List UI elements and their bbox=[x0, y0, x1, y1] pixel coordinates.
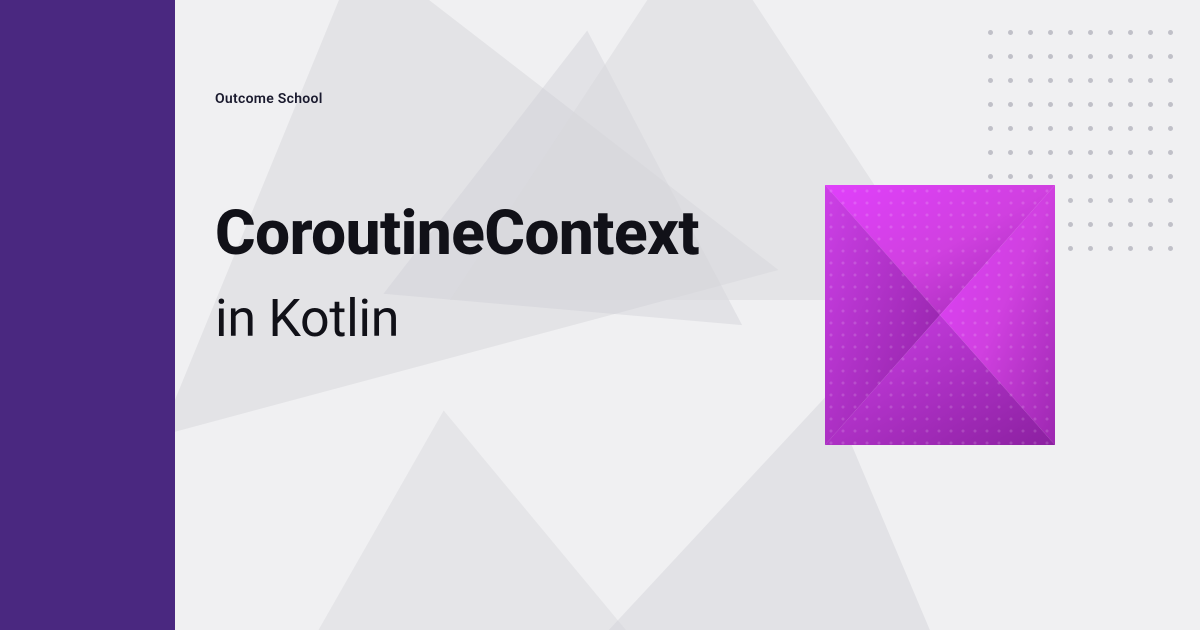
dot bbox=[1088, 174, 1093, 179]
dot bbox=[1068, 102, 1073, 107]
dot bbox=[1168, 222, 1173, 227]
dot bbox=[1088, 102, 1093, 107]
dot bbox=[1068, 222, 1073, 227]
dot bbox=[1168, 246, 1173, 251]
dot bbox=[1148, 222, 1153, 227]
dot bbox=[1068, 198, 1073, 203]
dot bbox=[1148, 174, 1153, 179]
brand-name: Outcome School bbox=[215, 91, 323, 107]
dot bbox=[1128, 150, 1133, 155]
dot bbox=[1108, 198, 1113, 203]
dot bbox=[1168, 30, 1173, 35]
dot bbox=[1008, 30, 1013, 35]
kotlin-logo bbox=[825, 185, 1055, 445]
dot bbox=[988, 30, 993, 35]
dot bbox=[1048, 150, 1053, 155]
dot bbox=[1088, 78, 1093, 83]
dot bbox=[988, 78, 993, 83]
dot bbox=[1028, 30, 1033, 35]
dot bbox=[1048, 174, 1053, 179]
dot bbox=[1148, 246, 1153, 251]
dot bbox=[1008, 174, 1013, 179]
dot bbox=[1148, 102, 1153, 107]
dot bbox=[1168, 126, 1173, 131]
dot bbox=[1108, 102, 1113, 107]
dot bbox=[1088, 246, 1093, 251]
dot bbox=[1148, 54, 1153, 59]
dot bbox=[1168, 54, 1173, 59]
dot bbox=[1028, 78, 1033, 83]
dot bbox=[1088, 30, 1093, 35]
dot bbox=[1068, 30, 1073, 35]
dot bbox=[1128, 198, 1133, 203]
dot bbox=[1148, 30, 1153, 35]
dot bbox=[1048, 126, 1053, 131]
dot bbox=[988, 126, 993, 131]
dot bbox=[1068, 54, 1073, 59]
dot bbox=[988, 102, 993, 107]
dot bbox=[1068, 150, 1073, 155]
dot bbox=[1028, 150, 1033, 155]
dot bbox=[988, 54, 993, 59]
dot bbox=[1168, 78, 1173, 83]
dot bbox=[1108, 126, 1113, 131]
dot bbox=[988, 174, 993, 179]
triangle-small-bottom bbox=[264, 395, 645, 630]
dot bbox=[1128, 54, 1133, 59]
dot bbox=[1128, 174, 1133, 179]
dot bbox=[1148, 150, 1153, 155]
dot bbox=[1008, 54, 1013, 59]
dot bbox=[988, 150, 993, 155]
dot bbox=[1028, 102, 1033, 107]
dot bbox=[1108, 30, 1113, 35]
dot bbox=[1048, 78, 1053, 83]
dot bbox=[1168, 174, 1173, 179]
dot bbox=[1128, 102, 1133, 107]
dot bbox=[1148, 78, 1153, 83]
dot bbox=[1028, 54, 1033, 59]
dot bbox=[1048, 54, 1053, 59]
dot bbox=[1128, 222, 1133, 227]
sidebar bbox=[0, 0, 175, 630]
dot bbox=[1028, 126, 1033, 131]
dot bbox=[1008, 102, 1013, 107]
title-area: CoroutineContext in Kotlin bbox=[215, 200, 699, 351]
dot bbox=[1148, 126, 1153, 131]
dot bbox=[1088, 198, 1093, 203]
dot bbox=[1108, 78, 1113, 83]
main-content: Outcome School CoroutineContext in Kotli… bbox=[175, 0, 1200, 630]
dot bbox=[1068, 174, 1073, 179]
dot bbox=[1028, 174, 1033, 179]
dot bbox=[1148, 198, 1153, 203]
page-container: Outcome School CoroutineContext in Kotli… bbox=[0, 0, 1200, 630]
dot bbox=[1108, 246, 1113, 251]
title-main: CoroutineContext bbox=[215, 200, 699, 268]
dot bbox=[1088, 150, 1093, 155]
dot bbox=[1008, 150, 1013, 155]
dot bbox=[1088, 222, 1093, 227]
dot bbox=[1108, 54, 1113, 59]
dot bbox=[1128, 78, 1133, 83]
dot bbox=[1048, 102, 1053, 107]
dot bbox=[1068, 246, 1073, 251]
dot bbox=[1108, 222, 1113, 227]
dot bbox=[1168, 102, 1173, 107]
dot bbox=[1008, 126, 1013, 131]
dot bbox=[1068, 78, 1073, 83]
dot bbox=[1168, 150, 1173, 155]
dot bbox=[1068, 126, 1073, 131]
title-sub: in Kotlin bbox=[215, 288, 699, 350]
dot bbox=[1128, 246, 1133, 251]
dot bbox=[1128, 126, 1133, 131]
dot bbox=[1108, 150, 1113, 155]
dot bbox=[1168, 198, 1173, 203]
dot bbox=[1048, 30, 1053, 35]
dot bbox=[1128, 30, 1133, 35]
dot bbox=[1088, 126, 1093, 131]
dot bbox=[1088, 54, 1093, 59]
dot bbox=[1008, 78, 1013, 83]
dot bbox=[1108, 174, 1113, 179]
